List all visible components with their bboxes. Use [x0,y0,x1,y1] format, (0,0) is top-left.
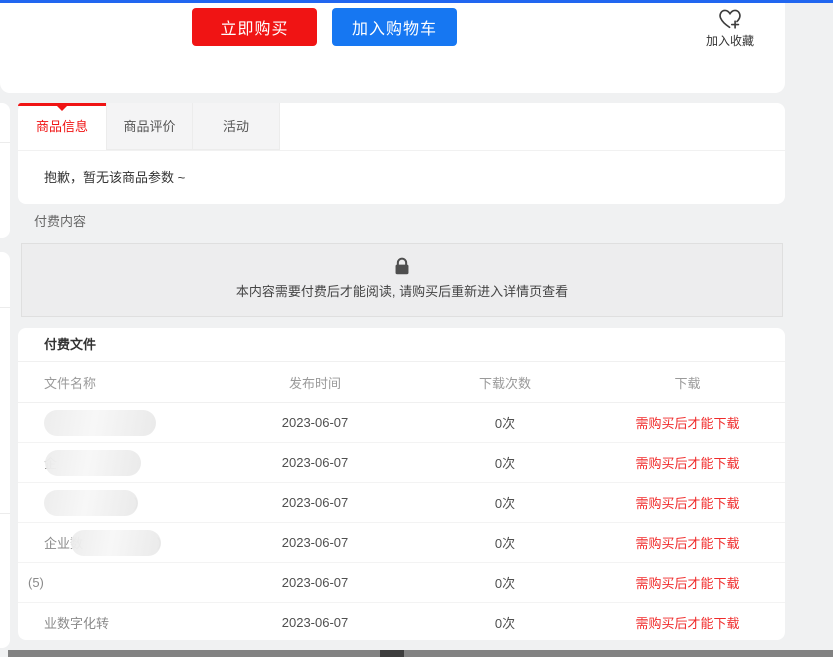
file-name-fragment: (5) [28,575,44,590]
download-locked-link[interactable]: 需购买后才能下载 [590,533,785,552]
download-locked-link[interactable]: 需购买后才能下载 [590,573,785,592]
tab-activity[interactable]: 活动 [193,103,280,150]
horizontal-scrollbar[interactable] [8,650,833,657]
lock-message: 本内容需要付费后才能阅读, 请购买后重新进入详情页查看 [22,281,782,300]
left-panel-divider [0,307,10,308]
empty-params-notice: 抱歉，暂无该商品参数 ~ [18,151,785,205]
column-download-count: 下载次数 [420,373,590,392]
download-count: 0次 [420,413,590,432]
paid-files-table-header: 文件名称 发布时间 下载次数 下载 [18,362,785,403]
scrollbar-thumb[interactable] [380,650,404,657]
redaction-blob [71,530,161,556]
left-panel-divider [0,513,10,514]
favorite-label: 加入收藏 [688,32,772,49]
tab-bar: 商品信息 商品评价 活动 [18,103,785,151]
add-to-cart-button[interactable]: 加入购物车 [332,8,457,46]
publish-date: 2023-06-07 [210,575,420,590]
publish-date: 2023-06-07 [210,495,420,510]
table-row: ) 2023-06-07 0次 需购买后才能下载 [18,483,785,523]
buy-now-button[interactable]: 立即购买 [192,8,317,46]
publish-date: 2023-06-07 [210,615,420,630]
product-detail-page: 立即购买 加入购物车 加入收藏 商品信息 商品评价 活动 抱歉，暂无该商品参数 … [0,0,833,657]
redaction-blob [44,410,156,436]
file-name-cell: 企业数) [18,530,210,556]
add-to-favorites-button[interactable]: 加入收藏 [688,5,772,49]
left-panel-edge [0,103,10,238]
file-name-cell: 业数字化转 [18,610,210,636]
download-locked-link[interactable]: 需购买后才能下载 [590,413,785,432]
file-name-cell: 企 [18,450,210,476]
download-locked-link[interactable]: 需购买后才能下载 [590,493,785,512]
publish-date: 2023-06-07 [210,415,420,430]
download-count: 0次 [420,573,590,592]
file-name-cell [18,410,210,436]
lock-icon [390,253,414,279]
download-count: 0次 [420,453,590,472]
publish-date: 2023-06-07 [210,455,420,470]
paid-content-locked-box: 本内容需要付费后才能阅读, 请购买后重新进入详情页查看 [21,243,783,317]
table-row: 企业数) 2023-06-07 0次 需购买后才能下载 [18,523,785,563]
file-name-cell: (5) [18,570,210,596]
download-count: 0次 [420,533,590,552]
paid-content-title: 付费内容 [34,211,86,230]
publish-date: 2023-06-07 [210,535,420,550]
download-locked-link[interactable]: 需购买后才能下载 [590,613,785,632]
heart-plus-icon [717,5,743,31]
product-info-card: 商品信息 商品评价 活动 抱歉，暂无该商品参数 ~ [18,103,785,204]
table-row: 业数字化转 2023-06-07 0次 需购买后才能下载 [18,603,785,640]
download-count: 0次 [420,613,590,632]
left-panel-divider [0,142,10,143]
table-row: 2023-06-07 0次 需购买后才能下载 [18,403,785,443]
column-download: 下载 [590,373,785,392]
product-action-bar: 立即购买 加入购物车 加入收藏 [0,3,785,93]
redaction-blob [44,490,138,516]
tab-product-info[interactable]: 商品信息 [18,103,106,150]
left-panel-edge [0,252,10,648]
file-name-cell: ) [18,490,210,516]
column-publish-time: 发布时间 [210,373,420,392]
download-locked-link[interactable]: 需购买后才能下载 [590,453,785,472]
redaction-blob [45,450,141,476]
paid-files-card: 付费文件 文件名称 发布时间 下载次数 下载 2023-06-07 0次 需购买… [18,328,785,640]
file-name-fragment: 业数字化转 [44,613,109,632]
tab-product-reviews[interactable]: 商品评价 [106,103,193,150]
table-row: 企 2023-06-07 0次 需购买后才能下载 [18,443,785,483]
column-file-name: 文件名称 [18,373,210,392]
paid-files-title: 付费文件 [18,328,785,362]
table-row: (5) 2023-06-07 0次 需购买后才能下载 [18,563,785,603]
download-count: 0次 [420,493,590,512]
